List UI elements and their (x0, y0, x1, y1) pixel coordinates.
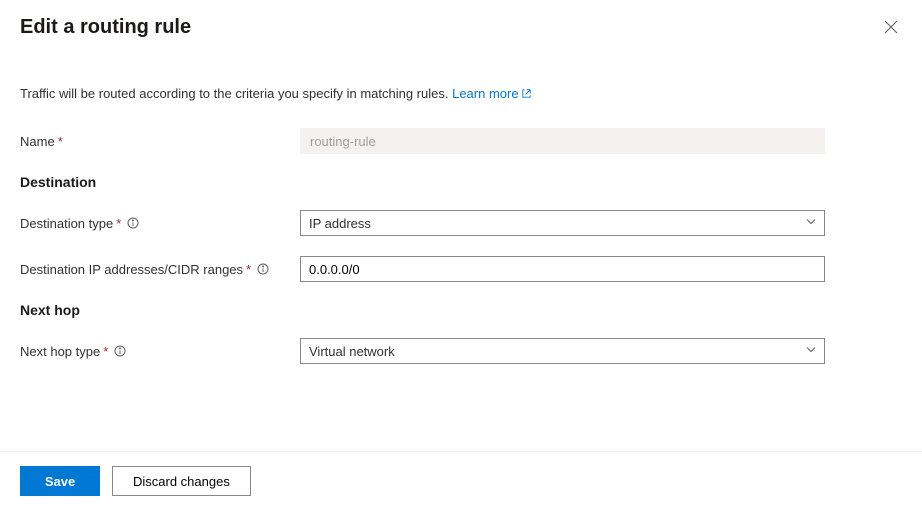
description-body: Traffic will be routed according to the … (20, 86, 452, 101)
destination-cidr-label: Destination IP addresses/CIDR ranges* (20, 262, 300, 277)
discard-button[interactable]: Discard changes (112, 466, 251, 496)
save-button[interactable]: Save (20, 466, 100, 496)
name-label: Name* (20, 134, 300, 149)
next-hop-type-value: Virtual network (309, 344, 395, 359)
info-icon[interactable] (127, 217, 139, 229)
destination-type-value: IP address (309, 216, 371, 231)
required-indicator: * (103, 344, 108, 359)
destination-type-label: Destination type* (20, 216, 300, 231)
next-hop-heading: Next hop (20, 302, 902, 318)
info-icon[interactable] (114, 345, 126, 357)
close-icon (884, 21, 898, 38)
next-hop-type-label: Next hop type* (20, 344, 300, 359)
next-hop-type-label-text: Next hop type (20, 344, 100, 359)
destination-cidr-input[interactable] (300, 256, 825, 282)
learn-more-label: Learn more (452, 86, 518, 101)
destination-heading: Destination (20, 174, 902, 190)
destination-type-label-text: Destination type (20, 216, 113, 231)
destination-cidr-label-text: Destination IP addresses/CIDR ranges (20, 262, 243, 277)
close-button[interactable] (880, 16, 902, 42)
info-icon[interactable] (257, 263, 269, 275)
learn-more-link[interactable]: Learn more (452, 86, 531, 101)
required-indicator: * (246, 262, 251, 277)
destination-type-select[interactable]: IP address (300, 210, 825, 236)
description-text: Traffic will be routed according to the … (20, 86, 902, 102)
next-hop-type-select[interactable]: Virtual network (300, 338, 825, 364)
required-indicator: * (116, 216, 121, 231)
external-link-icon (521, 87, 532, 102)
name-label-text: Name (20, 134, 55, 149)
name-input (300, 128, 825, 154)
required-indicator: * (58, 134, 63, 149)
page-title: Edit a routing rule (20, 16, 191, 39)
